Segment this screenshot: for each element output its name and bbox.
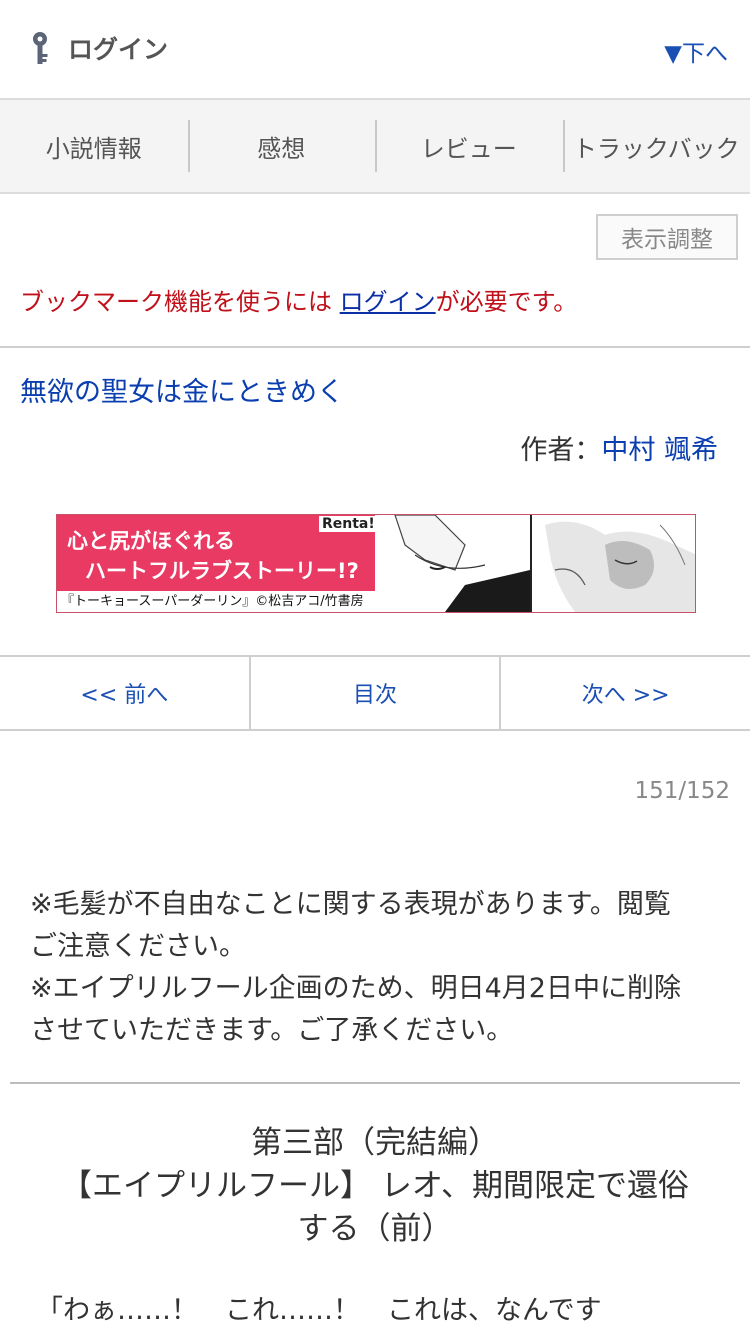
chapter-part: 第三部（完結編） (251, 1125, 499, 1161)
preface: ※毛髪が不自由なことに関する表現があります。閲覧 ご注意ください。 ※エイプリル… (30, 884, 730, 1052)
ad-banner[interactable]: 心と尻がほぐれる ハートフルラブストーリー!? Renta! 『トーキョースーパ… (56, 514, 696, 613)
login-link[interactable]: ログイン (26, 28, 168, 68)
prev-chapter-link[interactable]: << 前へ (0, 657, 249, 729)
novel-title-link[interactable]: 無欲の聖女は金にときめく (20, 370, 344, 409)
login-label: ログイン (68, 35, 169, 64)
chapter-title-line: 【エイプリルフール】 レオ、期間限定で還俗 (61, 1168, 689, 1204)
preface-line: させていただきます。ご了承ください。 (30, 1015, 514, 1046)
toc-link[interactable]: 目次 (248, 657, 500, 729)
info-tabbar: 小説情報 感想 レビュー トラックバック (0, 100, 750, 194)
next-chapter-link[interactable]: 次へ >> (499, 657, 750, 729)
chapter-heading: 第三部（完結編） 【エイプリルフール】 レオ、期間限定で還俗 する（前） (20, 1122, 730, 1251)
tab-reviews[interactable]: レビュー (375, 100, 563, 192)
preface-line: ご注意ください。 (30, 931, 246, 962)
banner-subheadline: ハートフルラブストーリー!? (85, 559, 359, 583)
bookmark-login-link[interactable]: ログイン (340, 288, 436, 316)
author-line: 作者：中村 颯希 (520, 428, 718, 467)
tab-trackback[interactable]: トラックバック (562, 100, 750, 192)
divider (10, 1082, 740, 1084)
banner-credit: 『トーキョースーパーダーリン』©松吉アコ/竹書房 (57, 591, 387, 612)
body-text: 「わぁ……！ これ……！ これは、なんです (36, 1295, 602, 1326)
chapter-title-line: する（前） (297, 1211, 453, 1247)
key-icon (33, 32, 48, 64)
preface-line: ※エイプリルフール企画のため、明日4月2日中に削除 (30, 973, 681, 1004)
bookmark-notice: ブックマーク機能を使うには ログインが必要です。 (20, 282, 577, 317)
display-adjust-button[interactable]: 表示調整 (596, 214, 738, 260)
scroll-down-link[interactable]: ▼下へ (664, 34, 728, 68)
banner-illustration (375, 515, 695, 612)
page-count: 151/152 (634, 778, 730, 804)
banner-headline: 心と尻がほぐれる (67, 529, 235, 553)
author-name-link[interactable]: 中村 颯希 (601, 435, 718, 466)
tab-novel-info[interactable]: 小説情報 (0, 100, 188, 192)
divider (0, 346, 750, 348)
tab-impressions[interactable]: 感想 (187, 100, 376, 192)
preface-line: ※毛髪が不自由なことに関する表現があります。閲覧 (30, 889, 671, 920)
author-prefix: 作者： (520, 435, 602, 466)
chapter-nav: << 前へ 目次 次へ >> (0, 655, 750, 731)
bookmark-notice-prefix: ブックマーク機能を使うには (20, 288, 340, 316)
renta-logo: Renta! (319, 516, 378, 532)
bookmark-notice-suffix: が必要です。 (435, 288, 578, 316)
